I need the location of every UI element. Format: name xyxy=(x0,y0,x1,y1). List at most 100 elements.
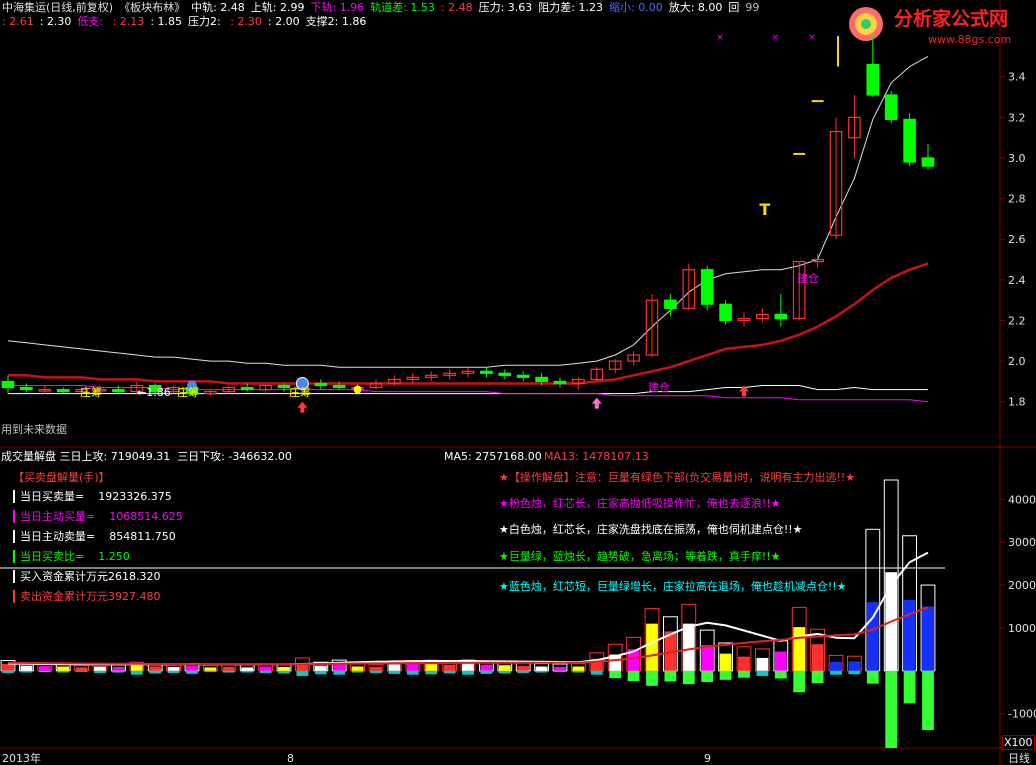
volume-bar-sell xyxy=(314,670,327,675)
volume-bar-sell xyxy=(922,670,934,730)
marker-dot-yellow xyxy=(353,385,362,394)
volume-bar-sell xyxy=(462,670,474,675)
operation-note: ★巨量绿，蓝烛长，趋势破，急离场；等着跌，真手痒!!★ xyxy=(499,550,781,563)
volume-bar-sell xyxy=(609,670,622,679)
x-marker-icon: × xyxy=(772,33,780,43)
volume-bar-sell xyxy=(278,670,290,674)
volume-unit-label: X100 xyxy=(1002,735,1035,750)
candle-body xyxy=(535,376,548,383)
candle-body xyxy=(884,94,898,120)
candle-body xyxy=(903,118,916,163)
volume-stat-label: 当日买卖量= xyxy=(20,490,85,503)
date-label-month-9: 9 xyxy=(704,752,711,765)
volume-bar-sell xyxy=(719,670,732,680)
volume-bar-buy xyxy=(517,666,530,671)
volume-bar-buy xyxy=(149,666,162,671)
volume-bar-buy xyxy=(38,666,51,671)
volume-bar-sell xyxy=(572,670,585,673)
volume-bar-buy xyxy=(278,666,290,671)
volume-bar-sell xyxy=(738,670,750,678)
volume-bar-sell xyxy=(406,670,419,675)
volume-bar-sell xyxy=(241,670,254,673)
volume-stat-label: 【买卖盘解量(手)】 xyxy=(13,471,110,484)
volume-bar-buy xyxy=(774,651,787,671)
middle-band-line xyxy=(8,262,929,385)
volume-bar-sell xyxy=(811,670,824,684)
volume-bar-sell xyxy=(112,670,125,673)
candle-body xyxy=(700,269,714,305)
volume-bar-buy xyxy=(701,645,714,671)
x-marker-icon: × xyxy=(808,33,816,43)
volume-bar-buy xyxy=(2,663,14,671)
candle-body xyxy=(921,157,935,167)
volume-bar-buy xyxy=(480,664,493,671)
t-signal-icon: T xyxy=(759,200,770,219)
volume-bar-buy xyxy=(682,623,695,671)
volume-bar-buy xyxy=(719,653,732,671)
volume-bar-buy xyxy=(866,602,879,671)
candle-body xyxy=(480,370,493,374)
volume-bar-sell xyxy=(259,670,272,673)
volume-stat-value: 1068514.625 xyxy=(109,510,183,523)
price-tick-label: 2.0 xyxy=(1008,355,1026,368)
volume-bar-buy xyxy=(259,666,272,671)
volume-stat-value: 1.250 xyxy=(98,550,130,563)
volume-bar-buy xyxy=(130,664,143,671)
volume-bar-buy xyxy=(57,666,70,671)
volume-bar-sell xyxy=(370,670,382,673)
volume-bar-buy xyxy=(94,666,106,671)
volume-bar-sell xyxy=(2,670,14,673)
volume-bar-buy xyxy=(903,600,916,671)
volume-bar-buy xyxy=(388,664,401,671)
volume-bar-sell xyxy=(885,670,898,748)
operation-note: ★白色烛，红芯长，庄家洗盘找底在振荡，俺也伺机建点仓!!★ xyxy=(499,523,803,536)
volume-stat-row: 当日主动卖量= 854811.750 xyxy=(13,530,176,543)
volume-stat-value: 3927.480 xyxy=(108,590,161,603)
up-arrow-icon xyxy=(591,397,602,409)
volume-panel-title: 成交量解盘 三日上攻: 719049.31 三日下攻: -346632.00 xyxy=(1,450,292,463)
candle-body xyxy=(240,386,254,391)
volume-bar-sell xyxy=(75,670,88,672)
volume-stat-label: 当日主动买量= xyxy=(20,510,96,523)
volume-bar-buy xyxy=(498,665,511,671)
volume-bar-buy xyxy=(443,664,456,671)
date-label-year: 2013年 xyxy=(2,752,41,765)
volume-bar-sell xyxy=(38,670,51,673)
x-marker-icon: × xyxy=(716,33,724,43)
zhuangchou-label-2: 庄筹 xyxy=(177,386,199,399)
zhuangchou-label-3: 庄筹 xyxy=(289,386,311,399)
price-tick-label: 2.6 xyxy=(1008,233,1026,246)
volume-bar-sell xyxy=(498,670,511,674)
volume-bar-sell xyxy=(682,670,695,685)
zhuangchou-label-1: 庄筹 xyxy=(80,386,102,399)
volume-stat-row: 当日买卖量= 1923326.375 xyxy=(13,490,172,503)
volume-tick-label: 4000 xyxy=(1008,493,1036,506)
price-tick-label: 3.0 xyxy=(1008,152,1026,165)
volume-ma13: MA13: 1478107.13 xyxy=(544,450,649,463)
volume-bar-sell xyxy=(222,670,235,673)
operation-note: ★【操作解盘】注意：巨量有绿色下部(负交易量)时，说明有主力出逃!!★ xyxy=(499,471,856,484)
volume-bar-sell xyxy=(351,670,364,673)
volume-bar-sell xyxy=(443,670,456,674)
volume-bar-sell xyxy=(333,670,346,675)
volume-tick-label: 2000 xyxy=(1008,579,1036,592)
jiancang-lower-label: 建仓 xyxy=(648,381,670,394)
volume-bar-sell xyxy=(793,670,806,693)
volume-bar-buy xyxy=(922,606,934,671)
volume-bar-sell xyxy=(830,670,842,675)
volume-bar-sell xyxy=(20,670,33,673)
volume-bar-sell xyxy=(701,670,714,682)
future-data-warning: 用到未来数据 xyxy=(1,423,67,436)
volume-bar-sell xyxy=(130,670,143,675)
volume-tick-label: -1000 xyxy=(1008,708,1036,721)
volume-bar-sell xyxy=(866,670,879,684)
candle-body xyxy=(866,63,880,96)
volume-bar-buy xyxy=(535,666,548,671)
price-tick-label: 3.4 xyxy=(1008,71,1026,84)
volume-bar-buy xyxy=(738,656,750,671)
volume-bar-sell xyxy=(480,670,493,674)
volume-bar-buy xyxy=(406,663,419,671)
volume-bar-sell xyxy=(296,670,309,676)
volume-bar-buy xyxy=(830,661,842,671)
volume-bar-sell xyxy=(646,670,658,686)
